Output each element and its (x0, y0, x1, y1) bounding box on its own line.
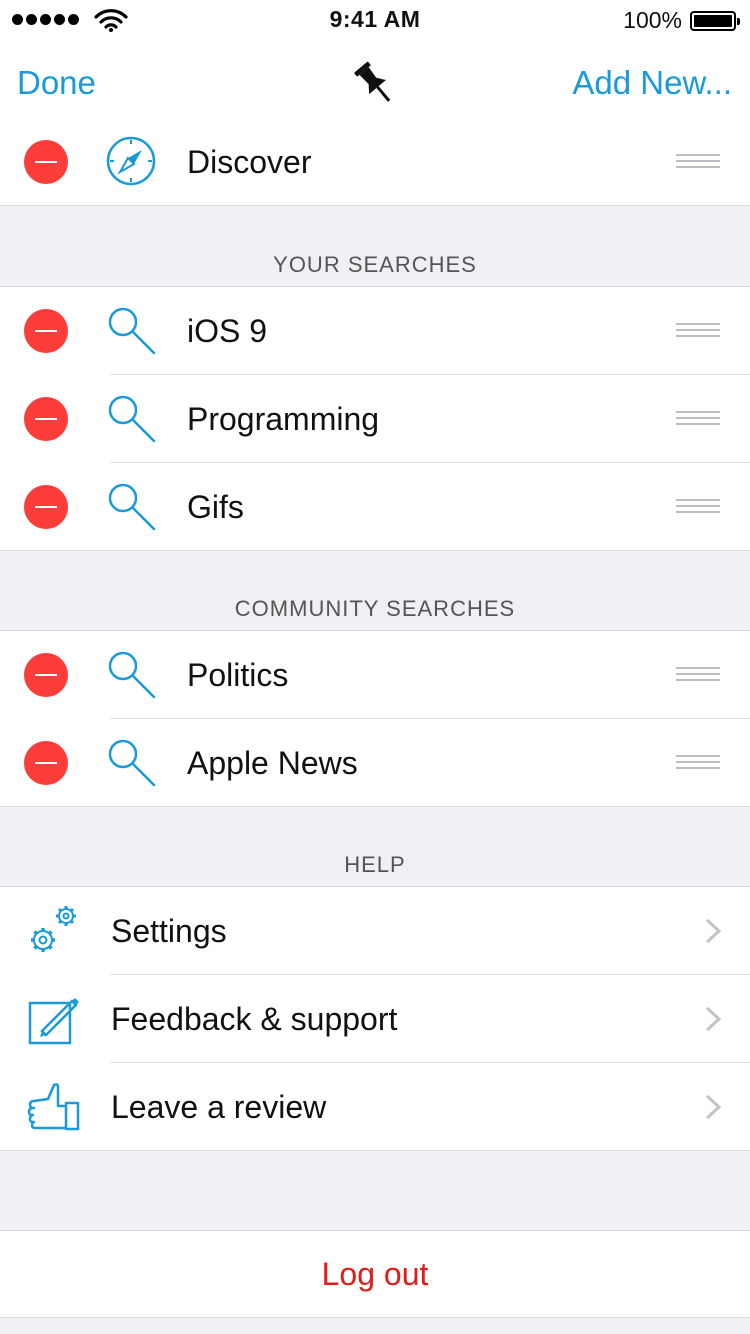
battery-icon (690, 11, 740, 31)
your-searches-section: iOS 9 Programming Gifs (0, 286, 750, 551)
section-header-community-searches: COMMUNITY SEARCHES (234, 596, 516, 621)
search-icon (108, 483, 156, 531)
list-item-label: Gifs (187, 489, 244, 525)
list-item-discover[interactable]: Discover (0, 118, 750, 206)
chevron-right-icon (705, 1006, 722, 1032)
list-item-label: Programming (187, 401, 380, 437)
search-icon (108, 395, 156, 443)
compass-icon (106, 136, 156, 186)
navigation-bar: Done Add New... (0, 40, 750, 129)
delete-button[interactable] (24, 741, 68, 785)
list-item-label: Apple News (187, 745, 358, 781)
edit-icon (28, 998, 79, 1045)
community-searches-section: Politics Apple News (0, 630, 750, 807)
delete-button[interactable] (24, 140, 68, 184)
search-icon (108, 651, 156, 699)
reorder-handle[interactable] (676, 499, 720, 515)
reorder-handle[interactable] (676, 667, 720, 683)
delete-button[interactable] (24, 397, 68, 441)
section-header-your-searches: YOUR SEARCHES (273, 252, 477, 277)
feedback-row[interactable]: Feedback & support (0, 975, 750, 1063)
reorder-handle[interactable] (676, 323, 720, 339)
list-item[interactable]: Politics (0, 631, 750, 719)
delete-button[interactable] (24, 309, 68, 353)
reorder-handle[interactable] (676, 411, 720, 427)
list-item[interactable]: iOS 9 (0, 287, 750, 375)
help-section: Settings Feedback & support Leave a revi… (0, 886, 750, 1151)
list-item[interactable]: Programming (0, 375, 750, 463)
list-item[interactable]: Apple News (0, 719, 750, 807)
logout-button[interactable]: Log out (0, 1230, 750, 1318)
list-item[interactable]: Gifs (0, 463, 750, 551)
battery-percentage: 100% (623, 7, 682, 33)
gears-icon (31, 906, 76, 952)
review-label: Leave a review (111, 1089, 327, 1125)
chevron-right-icon (705, 918, 722, 944)
delete-button[interactable] (24, 653, 68, 697)
section-header-help: HELP (344, 852, 406, 877)
add-new-button[interactable]: Add New... (572, 64, 732, 102)
done-button[interactable]: Done (17, 64, 96, 102)
status-bar: 9:41 AM 100% (0, 0, 750, 40)
settings-label: Settings (111, 913, 227, 949)
search-icon (108, 307, 156, 355)
list-item-label: Politics (187, 657, 289, 693)
search-icon (108, 739, 156, 787)
pinned-section: Discover (0, 118, 750, 206)
thumbs-up-icon (27, 1083, 80, 1131)
review-row[interactable]: Leave a review (0, 1063, 750, 1151)
feedback-label: Feedback & support (111, 1001, 398, 1037)
list-item-label: Discover (187, 144, 312, 180)
pushpin-icon (354, 61, 391, 102)
reorder-handle[interactable] (676, 755, 720, 771)
settings-row[interactable]: Settings (0, 887, 750, 975)
delete-button[interactable] (24, 485, 68, 529)
chevron-right-icon (705, 1094, 722, 1120)
reorder-handle[interactable] (676, 154, 720, 170)
list-item-label: iOS 9 (187, 313, 268, 349)
